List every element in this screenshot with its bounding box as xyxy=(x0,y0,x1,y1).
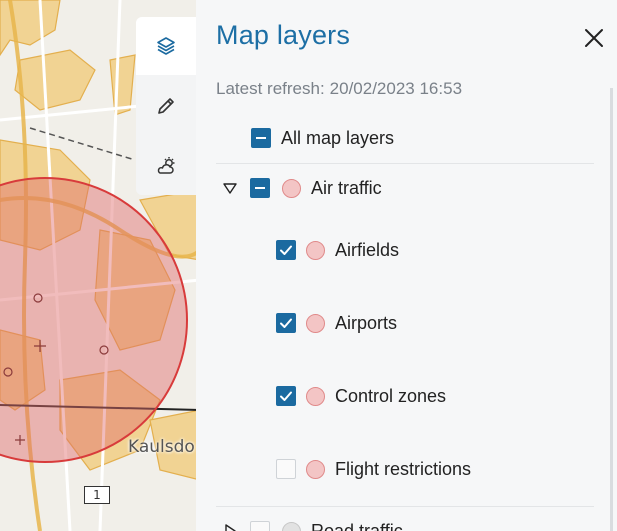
check-icon xyxy=(280,245,292,255)
layer-item-airports: Airports xyxy=(276,309,397,337)
airports-checkbox[interactable] xyxy=(276,313,296,333)
pencil-icon xyxy=(158,98,174,114)
layer-color-dot xyxy=(306,459,325,479)
airfields-checkbox[interactable] xyxy=(276,240,296,260)
divider xyxy=(216,163,594,164)
close-button[interactable] xyxy=(580,24,608,52)
layer-color-dot xyxy=(306,240,325,260)
air-traffic-checkbox[interactable] xyxy=(250,178,270,198)
layer-color-dot xyxy=(306,386,325,406)
latest-refresh: Latest refresh: 20/02/2023 16:53 xyxy=(216,79,462,99)
close-icon xyxy=(585,29,603,47)
triangle-right-icon xyxy=(225,524,236,531)
refresh-timestamp: 20/02/2023 16:53 xyxy=(329,79,463,98)
weather-tool-button[interactable] xyxy=(136,137,196,195)
all-layers-label: All map layers xyxy=(281,127,395,148)
check-icon xyxy=(280,391,292,401)
layer-group-air-traffic: Air traffic xyxy=(222,174,382,202)
expand-toggle[interactable] xyxy=(222,180,238,196)
map-layers-panel: Map layers Latest refresh: 20/02/2023 16:… xyxy=(196,0,617,531)
airfields-label: Airfields xyxy=(335,239,400,260)
draw-tool-button[interactable] xyxy=(136,77,196,135)
control-zones-label: Control zones xyxy=(335,385,447,406)
all-layers-checkbox[interactable] xyxy=(251,128,271,148)
expand-toggle[interactable] xyxy=(222,523,238,531)
road-traffic-label: Road traffic xyxy=(311,520,403,531)
layer-group-road-traffic: Road traffic xyxy=(222,517,403,531)
panel-title: Map layers xyxy=(216,20,351,50)
layer-color-dot xyxy=(282,521,301,531)
road-number-badge: 1 xyxy=(84,486,110,504)
layers-tool-button[interactable] xyxy=(136,17,196,75)
road-traffic-checkbox[interactable] xyxy=(250,521,270,531)
layers-icon xyxy=(157,37,175,55)
control-zones-checkbox[interactable] xyxy=(276,386,296,406)
airports-label: Airports xyxy=(335,312,398,333)
layer-color-dot xyxy=(306,313,325,333)
flight-restrictions-label: Flight restrictions xyxy=(335,458,472,479)
map-place-label: Kaulsdo xyxy=(128,437,195,457)
weather-icon xyxy=(157,157,175,174)
refresh-label: Latest refresh: xyxy=(216,79,325,98)
layer-item-airfields: Airfields xyxy=(276,236,399,264)
all-layers-row: All map layers xyxy=(251,124,394,152)
flight-restrictions-checkbox[interactable] xyxy=(276,459,296,479)
layer-item-flight-restrictions: Flight restrictions xyxy=(276,455,471,483)
layer-color-dot xyxy=(282,178,301,198)
divider xyxy=(216,506,594,507)
check-icon xyxy=(280,318,292,328)
air-traffic-label: Air traffic xyxy=(311,177,382,198)
layer-item-control-zones: Control zones xyxy=(276,382,446,410)
side-toolbar xyxy=(136,17,196,195)
panel-scrollbar[interactable] xyxy=(610,88,613,531)
triangle-down-icon xyxy=(223,183,237,194)
